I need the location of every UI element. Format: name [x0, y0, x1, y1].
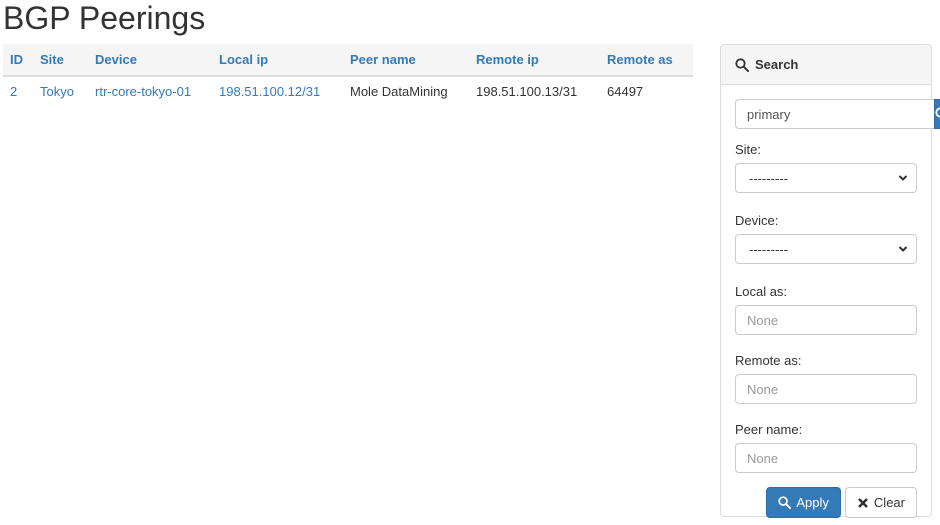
remote-ip-cell: 198.51.100.13/31 [476, 84, 578, 99]
column-header-local-ip[interactable]: Local ip [212, 44, 343, 77]
search-panel-body: Site: --------- Device: --------- Local … [721, 85, 940, 518]
column-header-device[interactable]: Device [88, 44, 212, 77]
local-as-label: Local as: [735, 284, 788, 299]
chevron-down-icon [898, 246, 908, 252]
quick-search-button[interactable] [934, 99, 940, 129]
local-as-input[interactable]: None [735, 305, 917, 335]
remote-as-input[interactable]: None [735, 374, 917, 404]
site-select-value: --------- [749, 170, 788, 186]
remote-as-label: Remote as: [735, 353, 802, 368]
search-panel: Search Site: --------- Device: --------- [720, 44, 940, 518]
clear-button-label: Clear [873, 495, 905, 510]
close-icon [858, 497, 868, 508]
column-header-peer-name[interactable]: Peer name [343, 44, 469, 77]
device-label: Device: [735, 213, 779, 228]
column-header-remote-ip[interactable]: Remote ip [469, 44, 600, 77]
peer-name-cell: Mole DataMining [350, 84, 448, 99]
search-icon [778, 496, 792, 509]
device-select-value: --------- [749, 241, 788, 257]
peer-name-placeholder: None [747, 450, 779, 466]
remote-as-placeholder: None [747, 381, 779, 397]
search-panel-heading: Search [721, 45, 931, 85]
device-link[interactable]: rtr-core-tokyo-01 [95, 84, 191, 99]
apply-button-label: Apply [796, 495, 829, 510]
table-row: 2 Tokyo rtr-core-tokyo-01 198.51.100.12/… [3, 76, 693, 106]
quick-search-input[interactable] [735, 99, 934, 129]
peering-id-link[interactable]: 2 [10, 84, 17, 99]
chevron-down-icon [898, 175, 908, 181]
local-ip-link[interactable]: 198.51.100.12/31 [219, 84, 320, 99]
clear-button[interactable]: Clear [844, 487, 917, 518]
filter-buttons: Apply Clear [735, 487, 917, 518]
remote-as-cell: 64497 [607, 84, 644, 99]
site-label: Site: [735, 142, 762, 157]
table-header-row: ID Site Device Local ip Peer name Remote… [3, 44, 693, 77]
peerings-table: ID Site Device Local ip Peer name Remote… [3, 44, 693, 106]
site-select[interactable]: --------- [735, 163, 917, 193]
peer-name-input[interactable]: None [735, 443, 917, 473]
search-icon [735, 57, 749, 72]
peerings-table-container: ID Site Device Local ip Peer name Remote… [3, 44, 693, 106]
site-link[interactable]: Tokyo [40, 84, 74, 99]
peer-name-label: Peer name: [735, 422, 803, 437]
apply-button[interactable]: Apply [766, 487, 841, 518]
search-icon [935, 107, 940, 118]
column-header-id[interactable]: ID [3, 44, 33, 77]
local-as-placeholder: None [747, 312, 779, 328]
column-header-site[interactable]: Site [33, 44, 88, 77]
search-panel-title: Search [755, 57, 799, 72]
device-select[interactable]: --------- [735, 234, 917, 264]
column-header-remote-as[interactable]: Remote as [600, 44, 693, 77]
page-title: BGP Peerings [3, 0, 206, 36]
quick-search-group [735, 99, 940, 129]
